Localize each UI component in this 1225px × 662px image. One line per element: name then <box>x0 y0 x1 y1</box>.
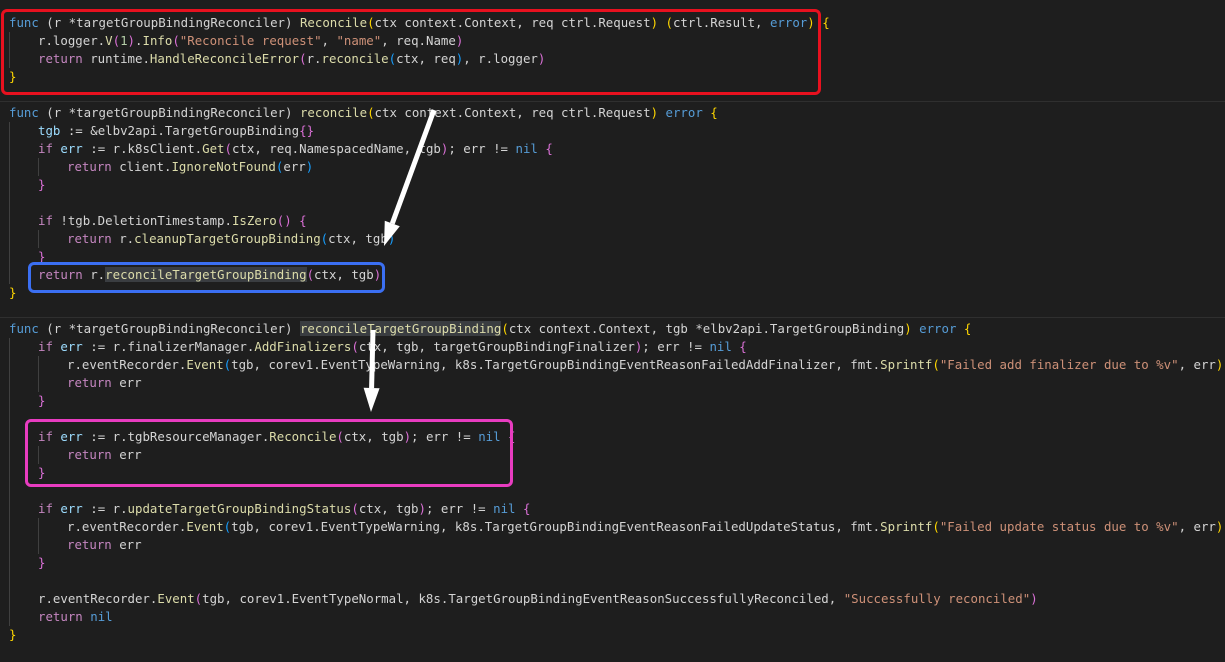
arrow-down-left-icon <box>384 109 437 246</box>
code-editor[interactable]: func (r *targetGroupBindingReconciler) R… <box>0 0 1225 662</box>
arrow-down-icon <box>363 329 380 412</box>
annotation-arrows <box>363 109 437 412</box>
